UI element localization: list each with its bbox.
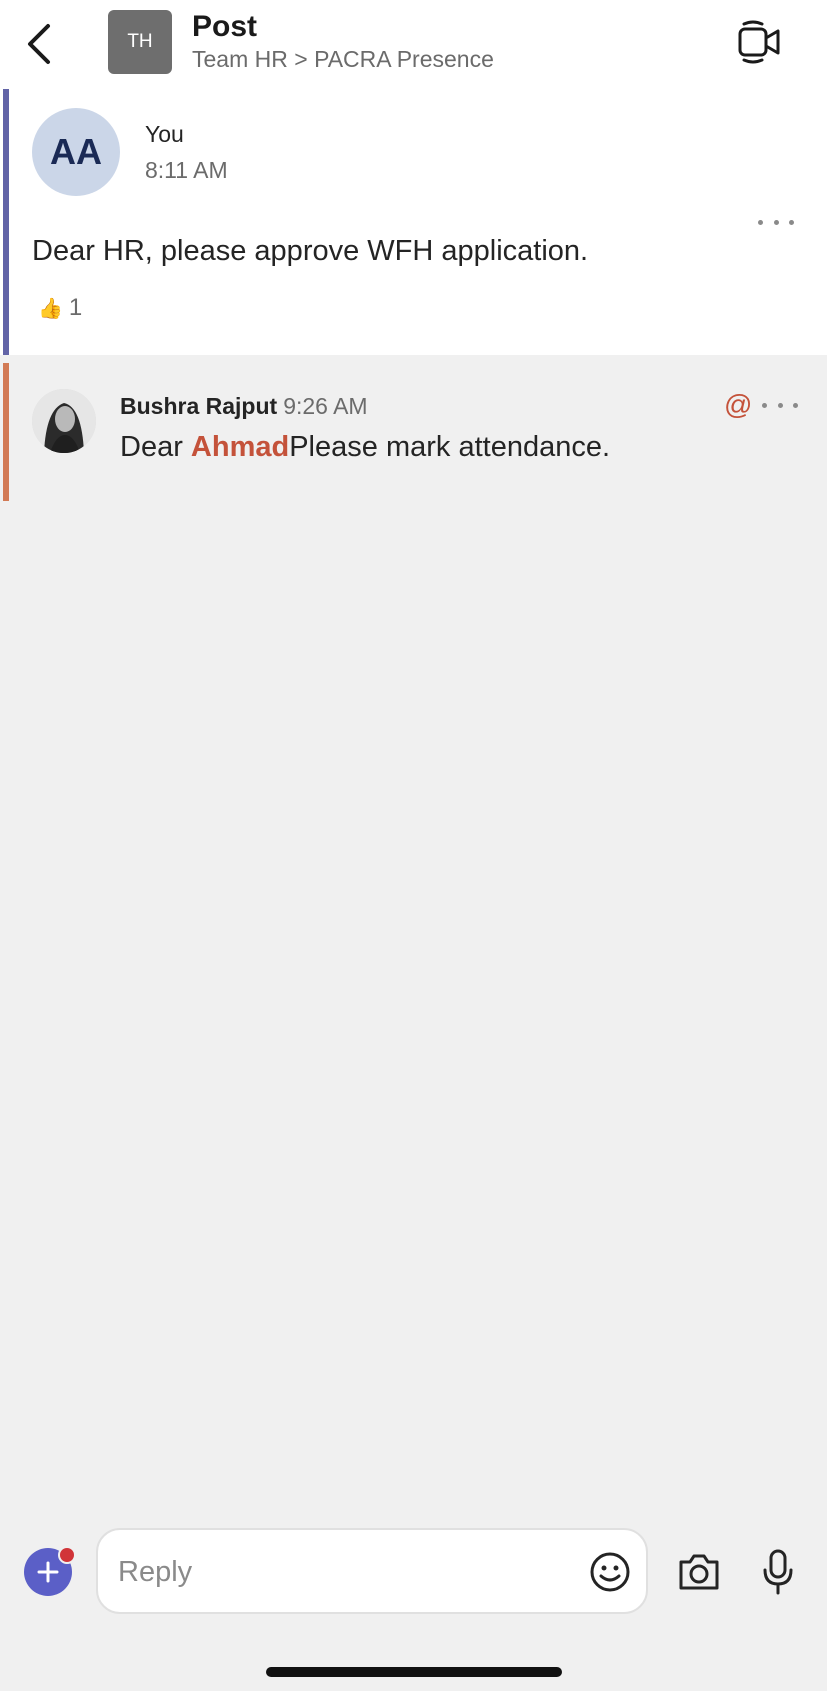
- emoji-button[interactable]: [588, 1550, 632, 1594]
- post-author: You: [145, 121, 184, 147]
- camera-button[interactable]: [676, 1550, 722, 1594]
- page-title: Post: [192, 10, 258, 43]
- reply-box[interactable]: [96, 1528, 648, 1614]
- reply-input[interactable]: [116, 1548, 550, 1596]
- avatar[interactable]: AA: [32, 108, 120, 196]
- profile-photo: [32, 389, 96, 453]
- mention-tag[interactable]: Ahmad: [191, 431, 289, 463]
- post-more-options-button[interactable]: [758, 212, 794, 232]
- post-message: Dear HR, please approve WFH application.: [32, 235, 589, 267]
- breadcrumb[interactable]: Team HR > PACRA Presence: [192, 46, 494, 73]
- back-button[interactable]: [18, 16, 66, 72]
- microphone-button[interactable]: [760, 1548, 796, 1596]
- more-options-icon: [758, 219, 763, 225]
- back-arrow-icon: [28, 24, 50, 64]
- team-avatar[interactable]: TH: [108, 10, 172, 74]
- like-reaction[interactable]: 👍 1: [38, 294, 82, 322]
- emoji-icon: [590, 1552, 630, 1592]
- thumbs-up-icon: 👍: [38, 297, 63, 320]
- reply-author: Bushra Rajput: [120, 393, 278, 419]
- more-options-icon: [762, 402, 767, 408]
- avatar[interactable]: [32, 389, 96, 453]
- video-call-icon: [738, 20, 780, 64]
- plus-icon: [37, 1561, 59, 1583]
- reply-text-suffix: Please mark attendance.: [289, 431, 611, 463]
- reply-timestamp: 9:26 AM: [283, 393, 368, 419]
- reply-more-options-button[interactable]: [762, 395, 798, 415]
- post-accent-bar: [3, 89, 9, 355]
- microphone-icon: [763, 1549, 793, 1595]
- notification-dot: [58, 1546, 76, 1564]
- post-timestamp: 8:11 AM: [145, 157, 228, 183]
- original-post[interactable]: AA You 8:11 AM Dear HR, please approve W…: [0, 89, 827, 355]
- home-indicator[interactable]: [266, 1667, 562, 1677]
- reply-composer: [0, 1520, 827, 1620]
- reply-message[interactable]: Bushra Rajput 9:26 AM @ Dear AhmadPlease …: [0, 363, 827, 501]
- reply-text: Dear AhmadPlease mark attendance.: [120, 431, 610, 464]
- at-mention-icon: @: [724, 389, 753, 420]
- video-call-button[interactable]: [736, 18, 784, 66]
- reply-header: Bushra Rajput 9:26 AM: [120, 393, 368, 420]
- reply-accent-bar: [3, 363, 9, 501]
- reply-text-prefix: Dear: [120, 431, 191, 463]
- top-bar: TH Post Team HR > PACRA Presence: [0, 0, 827, 89]
- reaction-count: 1: [68, 294, 83, 321]
- camera-icon: [679, 1554, 719, 1590]
